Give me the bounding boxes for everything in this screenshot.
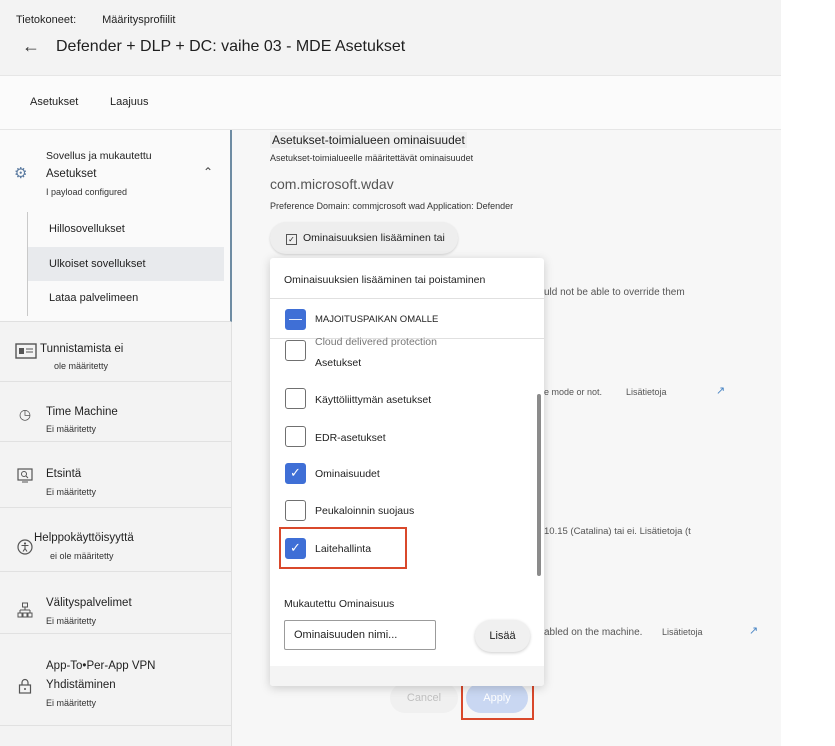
- sidebar-item-title: Välityspalvelimet: [46, 597, 132, 609]
- tab-scope[interactable]: Laajuus: [110, 96, 149, 108]
- breadcrumb: Tietokoneet: Määritysprofiilit: [16, 14, 176, 26]
- sidebar-item-status: Ei määritetty: [46, 698, 97, 708]
- breadcrumb-item-profiles[interactable]: Määritysprofiilit: [102, 14, 175, 26]
- sidebar-item-title: Etsintä: [46, 468, 82, 480]
- sidebar-group-title-2: Asetukset: [46, 168, 97, 180]
- device-control-highlight-box: [279, 527, 407, 569]
- section-description: Asetukset-toimialueelle määritettävät om…: [270, 153, 474, 163]
- sidebar-item-status: ole määritetty: [54, 361, 109, 371]
- sidebar-group-app-custom-settings[interactable]: ⚙ Sovellus ja mukautettu Asetukset I pay…: [0, 130, 232, 322]
- select-all-checkbox[interactable]: —: [285, 309, 306, 330]
- sidebar-item-title: Tunnistamista ei: [40, 343, 124, 355]
- background-text: uld not be able to override them: [544, 287, 685, 298]
- sidebar-item-title-2: Yhdistäminen: [46, 679, 116, 691]
- sidebar-item-search[interactable]: Etsintä Ei määritetty: [0, 442, 231, 508]
- clock-icon: ◷: [18, 406, 32, 422]
- dropdown-scrollbar[interactable]: [537, 394, 541, 576]
- background-text: abled on the machine.: [544, 627, 643, 638]
- app-frame: Tietokoneet: Määritysprofiilit ← Defende…: [0, 0, 781, 746]
- preference-domain-info: Preference Domain: commjcrosoft wad Appl…: [270, 201, 514, 211]
- external-link-icon[interactable]: ↗: [749, 624, 758, 637]
- sidebar-item-status: Ei määritetty: [46, 616, 97, 626]
- dropdown-footer: [270, 666, 544, 686]
- sidebar-item-per-app-vpn[interactable]: App-To•Per-App VPN Yhdistäminen Ei määri…: [0, 634, 231, 726]
- header: Tietokoneet: Määritysprofiilit ← Defende…: [0, 0, 781, 76]
- search-icon: [16, 468, 34, 486]
- sidebar-item-time-machine[interactable]: ◷ Time Machine Ei määritetty: [0, 382, 231, 442]
- option-label: Peukaloinnin suojaus: [315, 505, 415, 517]
- custom-property-label: Mukautettu Ominaisuus: [284, 598, 395, 610]
- add-button[interactable]: Lisää: [475, 620, 530, 652]
- option-label: Asetukset: [315, 357, 362, 369]
- option-checkbox[interactable]: [285, 500, 306, 521]
- sidebar-item-title: Helppokäyttöisyyttä: [34, 532, 134, 544]
- network-icon: [16, 602, 34, 620]
- sidebar-item-title: App-To•Per-App VPN: [46, 660, 156, 672]
- gear-icon: ⚙: [14, 165, 28, 182]
- background-text: e mode or not.: [544, 387, 603, 397]
- chevron-up-icon[interactable]: ⌃: [203, 165, 213, 179]
- tab-bar: Asetukset Laajuus: [0, 76, 781, 132]
- option-checkbox[interactable]: ✓: [285, 463, 306, 484]
- select-all-label: MAJOITUSPAIKAN OMALLE: [315, 314, 439, 325]
- custom-property-input[interactable]: Ominaisuuden nimi...: [284, 620, 436, 650]
- option-label: Cloud delivered protection: [315, 336, 437, 348]
- section-heading: Asetukset-toimialueen ominaisuudet: [270, 132, 467, 148]
- sidebar-item-status: Ei määritetty: [46, 487, 97, 497]
- sidebar-item-status: Ei määritetty: [46, 424, 97, 434]
- sidebar-group-status: I payload configured: [46, 187, 128, 197]
- option-checkbox[interactable]: [285, 340, 306, 361]
- sidebar: ⚙ Sovellus ja mukautettu Asetukset I pay…: [0, 130, 232, 746]
- arrow-left-icon[interactable]: ←: [22, 36, 40, 57]
- learn-more-link[interactable]: Lisätietoja: [626, 387, 667, 397]
- properties-dropdown: Ominaisuuksien lisääminen tai poistamine…: [270, 258, 544, 686]
- sidebar-subitem-jam-apps[interactable]: Hillosovellukset: [28, 212, 224, 246]
- dropdown-title: Ominaisuuksien lisääminen tai poistamine…: [284, 274, 486, 286]
- option-label: Ominaisuudet: [315, 468, 380, 480]
- learn-more-link[interactable]: Lisätietoja: [662, 627, 703, 637]
- sidebar-item-identification[interactable]: Tunnistamista ei ole määritetty: [0, 322, 231, 382]
- option-checkbox[interactable]: [285, 426, 306, 447]
- accessibility-icon: [16, 539, 34, 557]
- breadcrumb-item-computers[interactable]: Tietokoneet:: [16, 14, 76, 26]
- sidebar-item-proxies[interactable]: Välityspalvelimet Ei määritetty: [0, 572, 231, 634]
- checkbox-list-icon: ✓: [286, 234, 297, 245]
- sidebar-subitem-external-apps[interactable]: Ulkoiset sovellukset: [28, 247, 224, 281]
- sidebar-item-title: Time Machine: [46, 406, 118, 418]
- external-link-icon[interactable]: ↗: [716, 384, 725, 397]
- background-text: 10.15 (Catalina) tai ei. Lisätietoja (t: [544, 526, 691, 537]
- preference-domain-title: com.microsoft.wdav: [270, 176, 394, 192]
- option-label: Käyttöliittymän asetukset: [315, 394, 432, 406]
- divider: [270, 298, 544, 299]
- id-card-icon: [15, 343, 37, 361]
- lock-icon: [16, 678, 34, 696]
- option-checkbox[interactable]: [285, 388, 306, 409]
- page-title: Defender + DLP + DC: vaihe 03 - MDE Aset…: [56, 38, 406, 55]
- tab-settings[interactable]: Asetukset: [30, 96, 79, 132]
- add-remove-properties-button[interactable]: ✓Ominaisuuksien lisääminen tai poistamin…: [270, 222, 458, 276]
- sidebar-subitem-upload[interactable]: Lataa palvelimeen: [28, 281, 224, 315]
- sidebar-group-title: Sovellus ja mukautettu: [46, 150, 152, 162]
- cancel-button[interactable]: Cancel: [390, 683, 458, 713]
- option-label: EDR-asetukset: [315, 432, 386, 444]
- sidebar-item-status: ei ole määritetty: [50, 551, 114, 561]
- sidebar-item-accessibility[interactable]: Helppokäyttöisyyttä ei ole määritetty: [0, 508, 231, 572]
